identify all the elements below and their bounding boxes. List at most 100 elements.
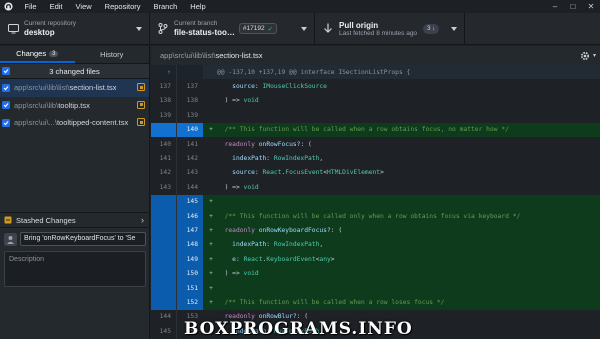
diff-context-line[interactable]: 143 144 ) => void: [151, 180, 600, 195]
stashed-changes-row[interactable]: Stashed Changes ›: [0, 212, 150, 228]
menu-edit[interactable]: Edit: [50, 2, 63, 11]
old-line-number[interactable]: 142: [151, 165, 177, 181]
old-line-number[interactable]: [151, 223, 177, 238]
new-line-number[interactable]: 146: [177, 209, 203, 224]
old-line-number[interactable]: 145: [151, 324, 177, 339]
diff-added-line[interactable]: 146 + /** This function will be called on…: [151, 209, 600, 224]
check-icon: ✓: [267, 25, 274, 33]
menu-file[interactable]: File: [25, 2, 37, 11]
diff-added-line[interactable]: 149 + e: React.KeyboardEvent<any>: [151, 252, 600, 267]
old-line-number[interactable]: [151, 237, 177, 253]
new-line-number[interactable]: 140: [177, 122, 203, 137]
tab-history-label: History: [100, 50, 124, 59]
diff-view: ↑ @@ -137,10 +137,19 @@ interface ISectio…: [151, 65, 600, 339]
new-line-number[interactable]: 152: [177, 295, 203, 310]
file-row[interactable]: app\src\ui\lib\tooltip.tsx: [0, 97, 149, 115]
new-line-number[interactable]: 139: [177, 108, 203, 122]
pull-request-badge[interactable]: #17192 ✓: [238, 23, 278, 34]
new-line-number[interactable]: [177, 65, 203, 80]
new-line-number[interactable]: 149: [177, 252, 203, 267]
commit-form: Bring 'onRowKeyboardFocus' to 'Se Descri…: [0, 228, 150, 293]
old-line-number[interactable]: [151, 122, 177, 137]
pull-arrow-icon: [319, 23, 337, 34]
pull-origin-button[interactable]: Pull origin Last fetched 8 minutes ago 3…: [315, 13, 465, 44]
code-text: readonly onRowKeyboardFocus?: (: [224, 227, 343, 235]
diff-context-line[interactable]: 141 142 indexPath: RowIndexPath,: [151, 151, 600, 166]
old-line-number[interactable]: [151, 295, 177, 310]
new-line-number[interactable]: 150: [177, 266, 203, 281]
diff-context-line[interactable]: 142 143 source: React.FocusEvent<HTMLDivE…: [151, 165, 600, 181]
watermark: BOXPROGRAMS.INFO: [184, 319, 413, 339]
diff-added-line[interactable]: 151 +: [151, 281, 600, 296]
commit-description-input[interactable]: Description: [4, 251, 146, 287]
new-line-number[interactable]: 141: [177, 137, 203, 151]
stash-icon: [4, 216, 12, 224]
old-line-number[interactable]: [151, 252, 177, 267]
old-line-number[interactable]: [151, 209, 177, 224]
commit-summary-input[interactable]: Bring 'onRowKeyboardFocus' to 'Se: [20, 232, 146, 246]
old-line-number[interactable]: [151, 194, 177, 209]
old-line-number[interactable]: [151, 266, 177, 281]
file-row[interactable]: app\src\ui\lib\list\section-list.tsx: [0, 79, 149, 97]
diff-marker: +: [209, 126, 213, 134]
file-dir: app\src\ui\lib\list\: [14, 83, 70, 93]
old-line-number[interactable]: 141: [151, 151, 177, 166]
new-line-number[interactable]: 145: [177, 194, 203, 209]
diff-added-line[interactable]: 150 + ) => void: [151, 266, 600, 281]
new-line-number[interactable]: 138: [177, 94, 203, 108]
old-line-number[interactable]: [151, 281, 177, 296]
diff-added-line[interactable]: 148 + indexPath: RowIndexPath,: [151, 237, 600, 253]
new-line-number[interactable]: 143: [177, 166, 203, 180]
menu-help[interactable]: Help: [190, 2, 205, 11]
old-line-number[interactable]: 140: [151, 137, 177, 152]
old-line-number[interactable]: ↑: [151, 65, 177, 80]
pull-title: Pull origin: [339, 20, 379, 30]
diff-context-line[interactable]: 140 141 readonly onRowFocus?: (: [151, 137, 600, 152]
new-line-number[interactable]: 142: [177, 151, 203, 165]
diff-context-line[interactable]: 139 139: [151, 108, 600, 123]
diff-marker: +: [209, 299, 213, 307]
file-row[interactable]: app\src\ui\...\tooltipped-content.tsx: [0, 114, 149, 132]
menu-repository[interactable]: Repository: [105, 2, 141, 11]
menu-view[interactable]: View: [76, 2, 92, 11]
old-line-number[interactable]: 143: [151, 180, 177, 195]
code-text: readonly onRowFocus?: (: [224, 140, 312, 148]
file-path: app\src\ui\...\tooltipped-content.tsx: [14, 118, 128, 127]
new-line-number[interactable]: 148: [177, 237, 203, 253]
diff-added-line[interactable]: 140 + /** This function will be called wh…: [151, 122, 600, 137]
tab-changes[interactable]: Changes 3: [0, 46, 75, 63]
new-line-number[interactable]: 144: [177, 180, 203, 194]
file-checkbox[interactable]: [2, 118, 10, 127]
maximize-icon[interactable]: □: [564, 2, 582, 11]
old-line-number[interactable]: 139: [151, 108, 177, 123]
file-path: app\src\ui\lib\tooltip.tsx: [14, 101, 90, 110]
old-line-number[interactable]: 137: [151, 79, 177, 94]
close-icon[interactable]: ✕: [582, 2, 600, 11]
diff-added-line[interactable]: 147 + readonly onRowKeyboardFocus?: (: [151, 223, 600, 238]
tab-history[interactable]: History: [75, 46, 150, 63]
expand-up-icon[interactable]: ↑: [167, 69, 171, 76]
new-line-number[interactable]: 147: [177, 223, 203, 238]
diff-added-line[interactable]: 145 +: [151, 194, 600, 209]
current-branch-button[interactable]: Current branch file-status-too… #17192 ✓: [150, 13, 315, 44]
diff-added-line[interactable]: 152 + /** This function will be called wh…: [151, 295, 600, 310]
file-checkbox[interactable]: [2, 83, 10, 92]
old-line-number[interactable]: 138: [151, 93, 177, 109]
diff-context-line[interactable]: 138 138 ) => void: [151, 93, 600, 109]
diff-hunk-header[interactable]: ↑ @@ -137,10 +137,19 @@ interface ISectio…: [151, 65, 600, 80]
diff-context-line[interactable]: 137 137 source: IMouseClickSource: [151, 79, 600, 94]
code-text: indexPath: RowIndexPath,: [232, 241, 324, 249]
old-line-number[interactable]: 144: [151, 309, 177, 325]
file-checkbox[interactable]: [2, 101, 10, 110]
diff-options-button[interactable]: ▾: [579, 50, 596, 62]
changed-files-label: 3 changed files: [49, 66, 100, 76]
new-line-number[interactable]: 151: [177, 281, 203, 296]
toolbar: Current repository desktop Current branc…: [0, 13, 600, 45]
code-text: /** This function will be called when a …: [217, 126, 509, 134]
diff-marker: +: [209, 255, 213, 263]
minimize-icon[interactable]: –: [546, 2, 564, 11]
new-line-number[interactable]: 137: [177, 79, 203, 93]
menu-branch[interactable]: Branch: [154, 2, 178, 11]
select-all-row[interactable]: 3 changed files: [0, 64, 149, 79]
current-repository-button[interactable]: Current repository desktop: [0, 13, 150, 44]
